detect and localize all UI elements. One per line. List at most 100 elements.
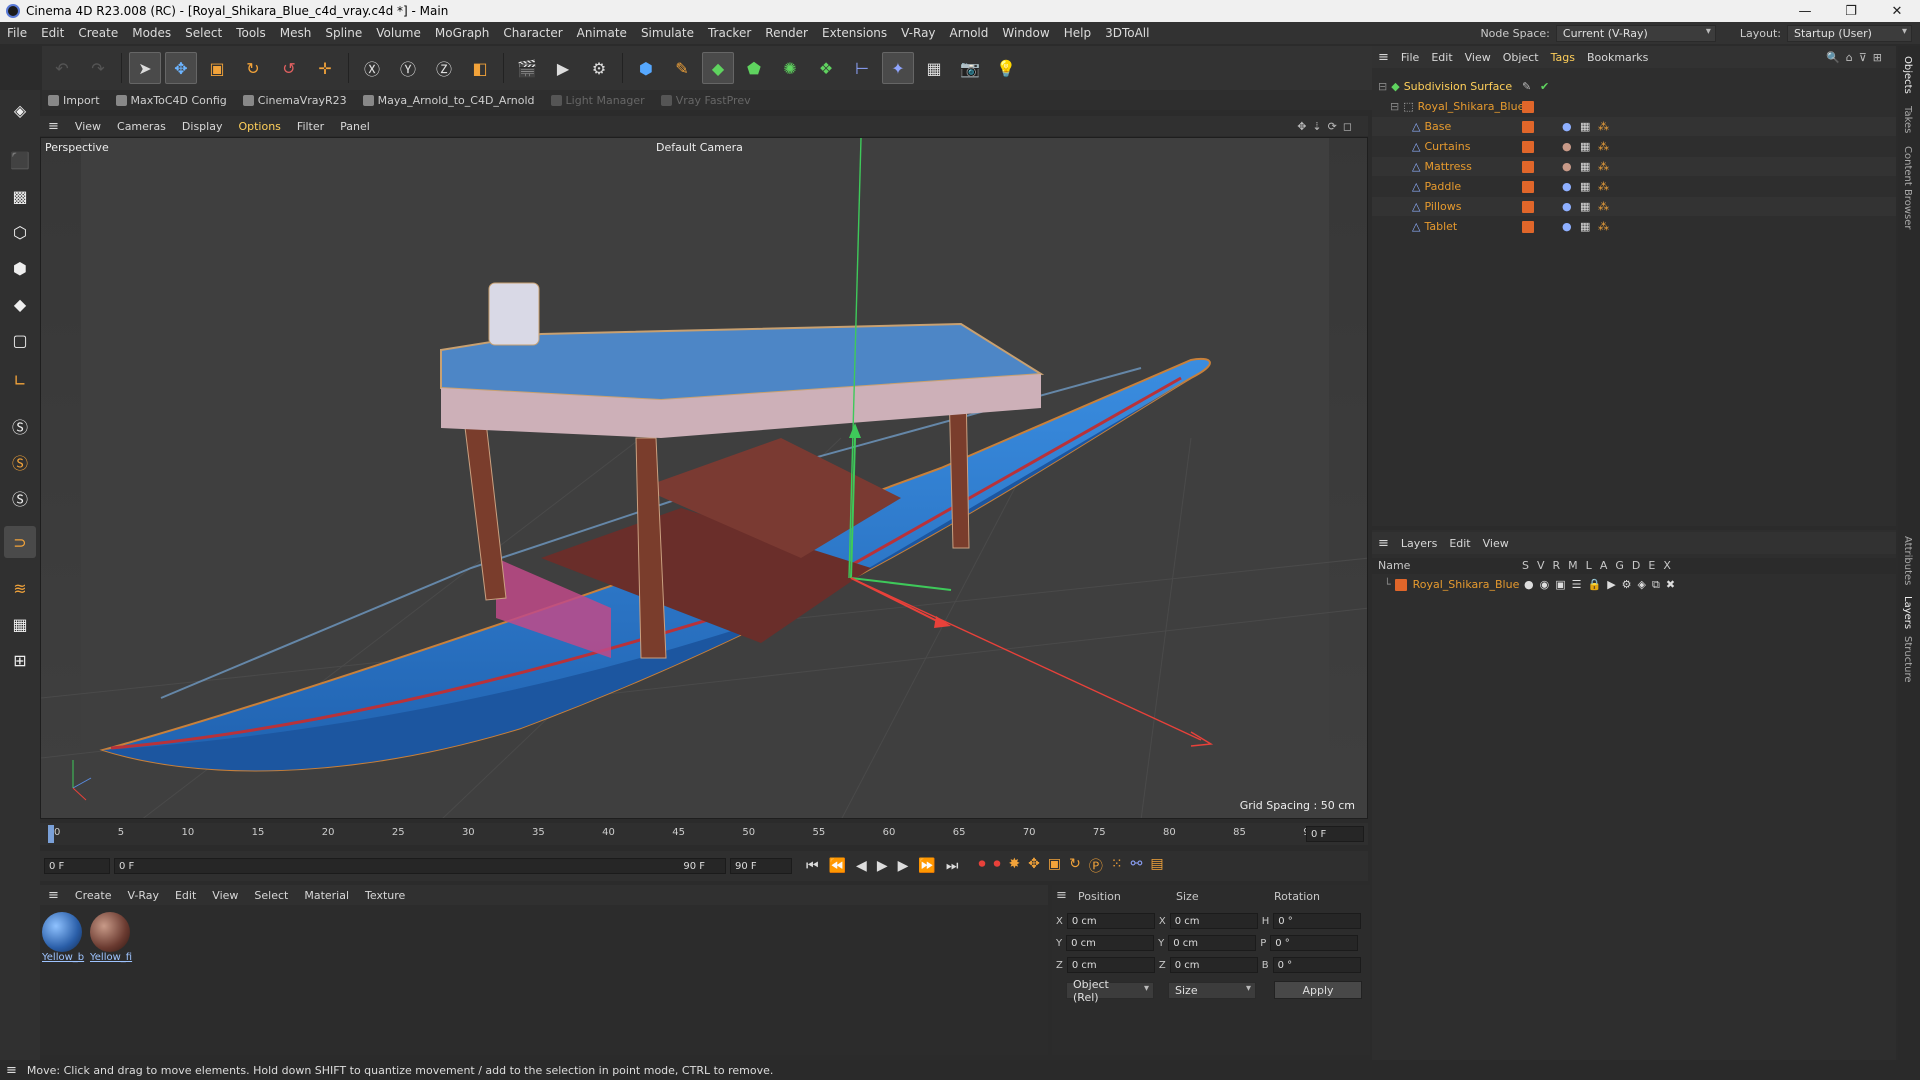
render-region-icon[interactable]: 🎬 — [511, 52, 543, 84]
prev-key-icon[interactable]: ⏪ — [829, 858, 846, 874]
layout-dropdown[interactable]: Startup (User) — [1787, 24, 1912, 42]
rotation-h-field[interactable]: 0 ° — [1273, 913, 1362, 929]
size-mode-dropdown[interactable]: Size — [1168, 982, 1256, 999]
camera-icon[interactable]: 📷 — [954, 52, 986, 84]
layer-color-swatch[interactable] — [1522, 180, 1534, 193]
menu-volume[interactable]: Volume — [369, 26, 428, 40]
layer-color-swatch[interactable] — [1522, 200, 1534, 213]
move-tool-icon[interactable]: ✥ — [165, 52, 197, 84]
position-z-field[interactable]: 0 cm — [1066, 957, 1155, 973]
object-row-child[interactable]: △ Pillows ● ▦ ⁂ — [1372, 197, 1896, 216]
current-frame-field[interactable]: 0 F — [1306, 826, 1364, 842]
model-mode-icon[interactable]: ⬛ — [4, 144, 36, 176]
layer-menu-view[interactable]: View — [1477, 537, 1515, 550]
menu-window[interactable]: Window — [995, 26, 1056, 40]
status-hamburger-icon[interactable]: ≡ — [6, 1063, 17, 1078]
autokey-icon[interactable]: ⏺ — [993, 856, 1000, 876]
mat-menu-create[interactable]: Create — [67, 889, 120, 902]
mograph-cloner-icon[interactable]: ✺ — [774, 52, 806, 84]
menu-select[interactable]: Select — [178, 26, 229, 40]
obj-menu-object[interactable]: Object — [1497, 51, 1545, 64]
tab-content-browser[interactable]: Content Browser — [1902, 146, 1913, 229]
menu-spline[interactable]: Spline — [318, 26, 369, 40]
object-search-icons[interactable]: 🔍⌂⊽⊞ — [1826, 51, 1896, 64]
uv-mode-icon[interactable]: ▢ — [4, 324, 36, 356]
plugin-cinemavray[interactable]: CinemaVrayR23 — [237, 94, 353, 107]
mat-menu-select[interactable]: Select — [246, 889, 296, 902]
redo-icon[interactable]: ↷ — [82, 52, 114, 84]
menu-simulate[interactable]: Simulate — [634, 26, 701, 40]
x-axis-lock-icon[interactable]: Ⓧ — [356, 52, 388, 84]
next-key-icon[interactable]: ⏩ — [918, 858, 935, 874]
transform-tool-icon[interactable]: ✛ — [309, 52, 341, 84]
key-position-icon[interactable]: ✥ — [1028, 856, 1040, 876]
extrude-icon[interactable]: ⬟ — [738, 52, 770, 84]
vp-menu-options[interactable]: Options — [230, 120, 288, 133]
xref-icon[interactable]: ✖ — [1666, 578, 1675, 592]
layer-menu-edit[interactable]: Edit — [1443, 537, 1476, 550]
material-tag-icon[interactable]: ● — [1562, 180, 1572, 193]
object-row-child[interactable]: △ Mattress ● ▦ ⁂ — [1372, 157, 1896, 176]
recent-tools-icon[interactable]: ↺ — [273, 52, 305, 84]
menu-render[interactable]: Render — [758, 26, 815, 40]
texture-tag-icon[interactable]: ▦ — [1580, 140, 1590, 153]
apply-button[interactable]: Apply — [1274, 981, 1362, 999]
menu-3dtoall[interactable]: 3DToAll — [1098, 26, 1156, 40]
solo-icon[interactable]: ● — [1524, 578, 1534, 592]
menu-modes[interactable]: Modes — [125, 26, 178, 40]
goto-start-icon[interactable]: ⏮ — [806, 858, 819, 874]
plugin-import[interactable]: Import — [42, 94, 106, 107]
material-tag-icon[interactable]: ● — [1562, 200, 1572, 213]
animation-icon[interactable]: ▶ — [1607, 578, 1615, 592]
obj-menu-bookmarks[interactable]: Bookmarks — [1581, 51, 1654, 64]
key-pla-icon[interactable]: ⁙ — [1111, 856, 1123, 876]
material-hamburger-icon[interactable]: ≡ — [40, 888, 67, 903]
phong-tag-icon[interactable]: ⁂ — [1598, 200, 1609, 213]
viewport-nav-icons[interactable]: ✥⇣⟳◻ — [1297, 120, 1368, 133]
close-icon[interactable]: ✕ — [1874, 0, 1920, 22]
menu-file[interactable]: File — [0, 26, 34, 40]
size-z-field[interactable]: 0 cm — [1169, 957, 1258, 973]
timeline-playhead[interactable] — [48, 825, 54, 843]
texture-tag-icon[interactable]: ▦ — [1580, 220, 1590, 233]
mat-menu-vray[interactable]: V-Ray — [119, 889, 167, 902]
manager-icon[interactable]: ☰ — [1572, 578, 1582, 592]
snap-s1-icon[interactable]: Ⓢ — [4, 410, 36, 442]
mat-menu-view[interactable]: View — [204, 889, 246, 902]
texture-mode-icon[interactable]: ▩ — [4, 180, 36, 212]
spline-pen-icon[interactable]: ✎ — [666, 52, 698, 84]
axis-mode-icon[interactable]: ∟ — [4, 364, 36, 396]
snap-s2-icon[interactable]: Ⓢ — [4, 446, 36, 478]
layer-color-swatch[interactable] — [1394, 578, 1407, 591]
object-row-child[interactable]: △ Paddle ● ▦ ⁂ — [1372, 177, 1896, 196]
object-row-child[interactable]: △ Base ● ▦ ⁂ — [1372, 117, 1896, 136]
keyframe-selection-icon[interactable]: ✸ — [1008, 856, 1020, 876]
undo-icon[interactable]: ↶ — [46, 52, 78, 84]
motion-system-icon[interactable]: ⚯ — [1131, 856, 1143, 876]
grid-snap-icon[interactable]: ▦ — [4, 608, 36, 640]
material-tag-icon[interactable]: ● — [1562, 160, 1572, 173]
frame-range-slider[interactable]: 0 F 90 F — [114, 858, 726, 874]
collapse-icon[interactable]: ⊟ — [1390, 100, 1399, 113]
snap-s3-icon[interactable]: Ⓢ — [4, 482, 36, 514]
expression-icon[interactable]: ⧉ — [1652, 578, 1660, 592]
rotate-tool-icon[interactable]: ↻ — [237, 52, 269, 84]
texture-tag-icon[interactable]: ▦ — [1580, 160, 1590, 173]
snap-magnet-icon[interactable]: ⊃ — [4, 526, 36, 558]
record-icon[interactable]: ⏺ — [978, 856, 985, 876]
tab-layers[interactable]: Layers — [1902, 596, 1913, 629]
start-frame-field[interactable]: 0 F — [44, 858, 110, 874]
obj-menu-file[interactable]: File — [1395, 51, 1425, 64]
subdivision-surface-icon[interactable]: ◆ — [702, 52, 734, 84]
plugin-maya-arnold[interactable]: Maya_Arnold_to_C4D_Arnold — [357, 94, 541, 107]
layer-hamburger-icon[interactable]: ≡ — [1372, 536, 1395, 551]
z-axis-lock-icon[interactable]: Ⓩ — [428, 52, 460, 84]
menu-mograph[interactable]: MoGraph — [428, 26, 497, 40]
enabled-check-icon[interactable]: ✔ — [1540, 80, 1549, 93]
object-hamburger-icon[interactable]: ≡ — [1372, 50, 1395, 65]
layer-color-swatch[interactable] — [1522, 220, 1534, 233]
size-y-field[interactable]: 0 cm — [1168, 935, 1257, 951]
rotation-p-field[interactable]: 0 ° — [1270, 935, 1359, 951]
texture-tag-icon[interactable]: ▦ — [1580, 120, 1590, 133]
texture-tag-icon[interactable]: ▦ — [1580, 200, 1590, 213]
